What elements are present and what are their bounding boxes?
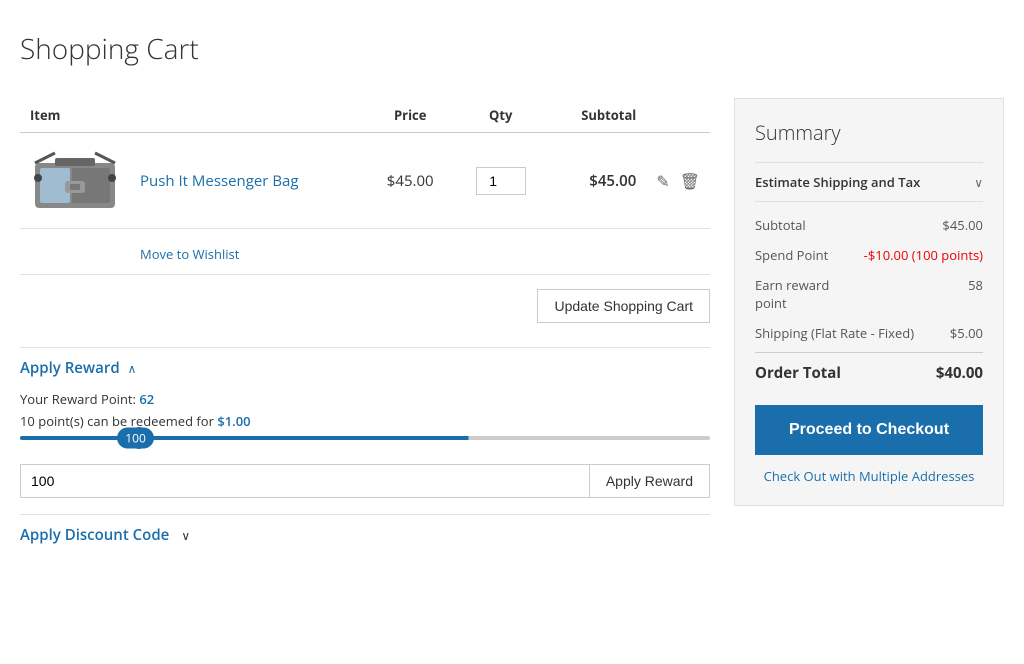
move-to-wishlist-link[interactable]: Move to Wishlist — [140, 245, 239, 263]
product-image-cell — [20, 133, 130, 229]
summary-title: Summary — [755, 119, 983, 146]
apply-discount-label: Apply Discount Code — [20, 525, 169, 545]
col-item-header: Item — [20, 98, 366, 133]
discount-chevron-icon: ∨ — [181, 527, 190, 544]
shipping-label: Shipping (Flat Rate - Fixed) — [755, 324, 914, 342]
product-image — [30, 143, 120, 213]
estimate-shipping-row[interactable]: Estimate Shipping and Tax ∨ — [755, 162, 983, 202]
spend-point-label: Spend Point — [755, 246, 828, 264]
summary-row-order-total: Order Total $40.00 — [755, 352, 983, 389]
summary-row-earn-reward: Earn rewardpoint 58 — [755, 270, 983, 318]
table-row: Push It Messenger Bag $45.00 $45.00 ✎ 🗑 — [20, 133, 710, 229]
cart-section: Item Price Qty Subtotal — [20, 98, 710, 545]
summary-row-shipping: Shipping (Flat Rate - Fixed) $5.00 — [755, 318, 983, 348]
page-container: Shopping Cart Item Price Qty Subtotal — [0, 0, 1024, 575]
reward-chevron-icon: ∧ — [128, 360, 137, 377]
col-qty-header: Qty — [454, 98, 547, 133]
summary-section: Summary Estimate Shipping and Tax ∨ Subt… — [734, 98, 1004, 545]
slider-wrapper: 100 — [20, 434, 710, 454]
apply-reward-section: Apply Reward ∧ Your Reward Point: 62 10 … — [20, 347, 710, 498]
spend-point-value: -$10.00 (100 points) — [864, 246, 983, 264]
product-actions-cell: ✎ 🗑 — [646, 133, 710, 229]
order-total-label: Order Total — [755, 363, 841, 383]
summary-panel: Summary Estimate Shipping and Tax ∨ Subt… — [734, 98, 1004, 506]
product-name-cell: Push It Messenger Bag — [130, 133, 366, 229]
cart-table: Item Price Qty Subtotal — [20, 98, 710, 275]
apply-discount-section: Apply Discount Code ∨ — [20, 514, 710, 545]
qty-input[interactable] — [476, 167, 526, 195]
col-subtotal-header: Subtotal — [547, 98, 646, 133]
wishlist-cell: Move to Wishlist — [130, 229, 710, 275]
product-name-link[interactable]: Push It Messenger Bag — [140, 171, 299, 191]
cart-actions: Update Shopping Cart — [20, 275, 710, 337]
product-price-cell: $45.00 — [366, 133, 454, 229]
wishlist-spacer — [20, 229, 130, 275]
summary-row-spend-point: Spend Point -$10.00 (100 points) — [755, 240, 983, 270]
reward-input-row: Apply Reward — [20, 464, 710, 498]
action-icons: ✎ 🗑 — [656, 170, 700, 192]
checkout-button[interactable]: Proceed to Checkout — [755, 405, 983, 455]
order-total-value: $40.00 — [936, 363, 983, 383]
apply-reward-toggle[interactable]: Apply Reward ∧ — [20, 358, 710, 378]
main-layout: Item Price Qty Subtotal — [20, 98, 1004, 545]
reward-slider[interactable] — [20, 436, 710, 440]
checkout-multiple-addresses-link[interactable]: Check Out with Multiple Addresses — [755, 467, 983, 485]
earn-reward-value: 58 — [968, 276, 983, 312]
page-title: Shopping Cart — [20, 30, 1004, 68]
reward-amount-input[interactable] — [20, 464, 589, 498]
slider-row: 100 — [20, 436, 710, 440]
estimate-shipping-label: Estimate Shipping and Tax — [755, 173, 920, 191]
apply-reward-button[interactable]: Apply Reward — [589, 464, 710, 498]
wishlist-row: Move to Wishlist — [20, 229, 710, 275]
subtotal-label: Subtotal — [755, 216, 806, 234]
reward-points-value: 62 — [139, 390, 154, 408]
subtotal-value: $45.00 — [942, 216, 983, 234]
col-price-header: Price — [366, 98, 454, 133]
apply-discount-toggle[interactable]: Apply Discount Code ∨ — [20, 525, 710, 545]
summary-rows: Subtotal $45.00 Spend Point -$10.00 (100… — [755, 210, 983, 389]
product-qty-cell — [454, 133, 547, 229]
shipping-chevron-icon: ∨ — [974, 174, 983, 191]
product-subtotal-cell: $45.00 — [547, 133, 646, 229]
earn-reward-label: Earn rewardpoint — [755, 276, 829, 312]
apply-reward-label: Apply Reward — [20, 358, 120, 378]
reward-info-row1: Your Reward Point: 62 — [20, 390, 710, 408]
delete-icon[interactable]: 🗑 — [680, 170, 700, 192]
cart-table-header: Item Price Qty Subtotal — [20, 98, 710, 133]
summary-row-subtotal: Subtotal $45.00 — [755, 210, 983, 240]
reward-points-label: Your Reward Point: — [20, 390, 136, 408]
shipping-value: $5.00 — [950, 324, 983, 342]
col-actions-header — [646, 98, 710, 133]
update-cart-button[interactable]: Update Shopping Cart — [537, 289, 710, 323]
edit-icon[interactable]: ✎ — [656, 170, 669, 192]
